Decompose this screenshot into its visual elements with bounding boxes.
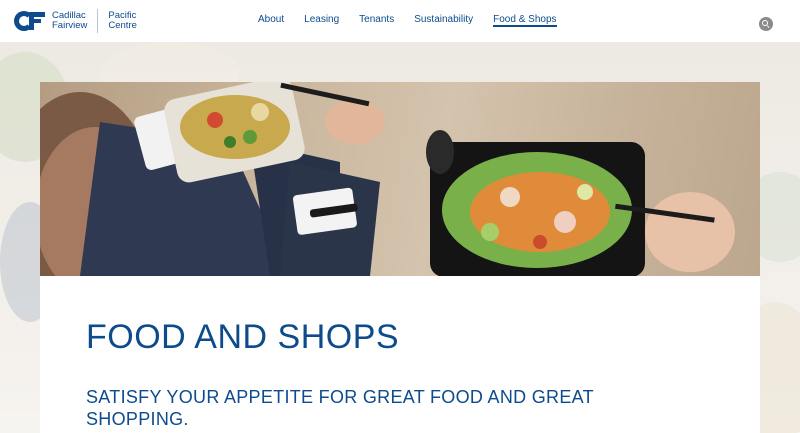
- nav-item-food-and-shops[interactable]: Food & Shops: [493, 13, 557, 27]
- nav-item-sustainability[interactable]: Sustainability: [414, 13, 473, 27]
- property-line-2: Centre: [108, 20, 137, 31]
- brand-logo[interactable]: Cadillac Fairview Pacific Centre: [14, 8, 137, 34]
- brand-line-2: Fairview: [52, 20, 88, 31]
- property-name: Pacific Centre: [108, 11, 137, 31]
- page-title: FOOD AND SHOPS: [86, 318, 400, 356]
- nav-item-tenants[interactable]: Tenants: [359, 13, 394, 27]
- hero-illustration: [40, 82, 735, 276]
- main-nav: About Leasing Tenants Sustainability Foo…: [258, 13, 577, 27]
- cf-logo-icon: [14, 11, 48, 31]
- hero-image: [40, 82, 760, 276]
- content-panel: FOOD AND SHOPS SATISFY YOUR APPETITE FOR…: [40, 276, 760, 433]
- logo-divider: [97, 9, 99, 33]
- search-button[interactable]: [759, 17, 773, 31]
- site-header: Cadillac Fairview Pacific Centre About L…: [0, 0, 800, 42]
- nav-item-leasing[interactable]: Leasing: [304, 13, 339, 27]
- nav-item-about[interactable]: About: [258, 13, 284, 27]
- page-subtitle: SATISFY YOUR APPETITE FOR GREAT FOOD AND…: [86, 387, 594, 429]
- brand-name: Cadillac Fairview: [52, 11, 87, 31]
